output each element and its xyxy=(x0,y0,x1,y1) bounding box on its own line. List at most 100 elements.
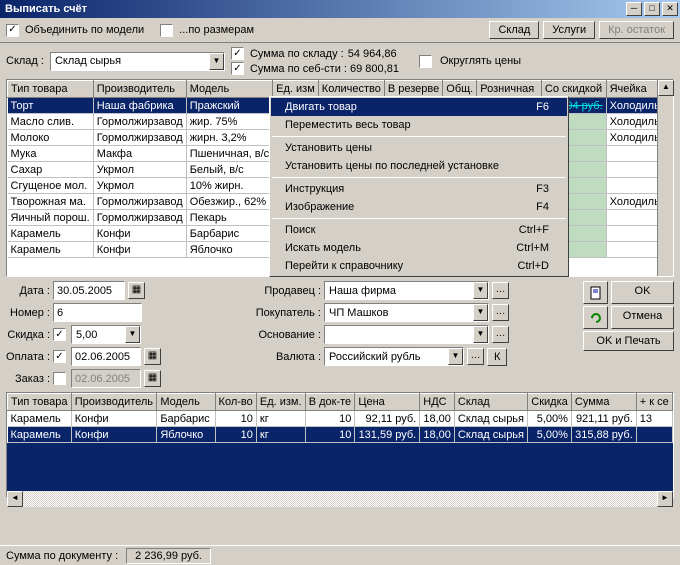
currency-lookup-button[interactable]: … xyxy=(467,348,484,365)
kr-ostatok-button[interactable]: Кр. остаток xyxy=(599,21,674,39)
column-header[interactable]: В резерве xyxy=(384,81,442,98)
table-row[interactable]: КарамельКонфиБарбарис10кг1092,11 руб.18,… xyxy=(8,411,673,427)
uslugi-button[interactable]: Услуги xyxy=(543,21,595,39)
basis-combo[interactable]: ▼ xyxy=(324,325,489,344)
scroll-up-icon[interactable]: ▲ xyxy=(658,80,674,96)
order-checkbox[interactable] xyxy=(53,372,66,385)
close-button[interactable]: ✕ xyxy=(662,2,678,16)
order-date-picker-button[interactable]: ▦ xyxy=(144,370,161,387)
by-sizes-checkbox[interactable] xyxy=(160,24,173,37)
payment-checkbox[interactable] xyxy=(53,350,66,363)
chevron-down-icon[interactable]: ▼ xyxy=(473,282,488,299)
column-header[interactable]: Общ. xyxy=(443,81,477,98)
menu-item[interactable]: ИнструкцияF3 xyxy=(271,180,567,198)
sklad-value: Склад сырья xyxy=(51,55,209,67)
chevron-down-icon[interactable]: ▼ xyxy=(473,304,488,321)
column-header[interactable]: + к се xyxy=(636,394,672,411)
column-header[interactable]: Модель xyxy=(157,394,215,411)
menu-item[interactable]: Переместить весь товар xyxy=(271,116,567,134)
window-title: Выписать счёт xyxy=(2,3,624,15)
document-lines-grid[interactable]: Тип товараПроизводительМодельКол-воЕд. и… xyxy=(6,392,674,498)
products-grid[interactable]: Тип товараПроизводительМодельЕд. измКоли… xyxy=(6,79,674,277)
menu-item[interactable]: ИзображениеF4 xyxy=(271,198,567,216)
menu-item[interactable]: ПоискCtrl+F xyxy=(271,221,567,239)
k-button[interactable]: К xyxy=(487,348,507,366)
column-header[interactable]: Количество xyxy=(318,81,384,98)
combine-by-model-label: Объединить по модели xyxy=(25,24,144,36)
scroll-left-icon[interactable]: ◄ xyxy=(7,491,23,507)
buyer-lookup-button[interactable]: … xyxy=(492,304,509,321)
status-value: 2 236,99 руб. xyxy=(126,548,211,564)
date-label: Дата : xyxy=(6,285,50,297)
currency-combo[interactable]: Российский рубль▼ xyxy=(324,347,464,366)
column-header[interactable]: Сумма xyxy=(571,394,636,411)
column-header[interactable]: Скидка xyxy=(528,394,572,411)
column-header[interactable]: Тип товара xyxy=(8,81,94,98)
buyer-label: Покупатель : xyxy=(251,307,321,319)
cancel-button[interactable]: Отмена xyxy=(611,306,674,329)
refresh-icon xyxy=(589,311,603,325)
sklad-button[interactable]: Склад xyxy=(489,21,539,39)
round-prices-checkbox[interactable] xyxy=(419,55,432,68)
menu-item[interactable]: Двигать товарF6 xyxy=(271,98,567,116)
sum-sklad-checkbox[interactable] xyxy=(231,47,244,60)
column-header[interactable]: Производитель xyxy=(93,81,186,98)
scrollbar-horizontal[interactable]: ◄ ► xyxy=(7,491,673,507)
seller-lookup-button[interactable]: … xyxy=(492,282,509,299)
minimize-button[interactable]: ─ xyxy=(626,2,642,16)
column-header[interactable]: Со скидкой xyxy=(541,81,606,98)
header-row: Склад : Склад сырья ▼ Сумма по складу : … xyxy=(0,43,680,79)
chevron-down-icon[interactable]: ▼ xyxy=(473,326,488,343)
sklad-label: Склад : xyxy=(6,55,44,67)
sklad-combo[interactable]: Склад сырья ▼ xyxy=(50,52,225,71)
column-header[interactable]: Производитель xyxy=(71,394,157,411)
payment-input[interactable]: 02.06.2005 xyxy=(71,347,141,366)
column-header[interactable]: Склад xyxy=(454,394,527,411)
scroll-right-icon[interactable]: ► xyxy=(657,491,673,507)
column-header[interactable]: Ед. изм xyxy=(273,81,319,98)
menu-item[interactable]: Установить цены по последней установке xyxy=(271,157,567,175)
column-header[interactable]: В док-те xyxy=(305,394,355,411)
refresh-button[interactable] xyxy=(583,306,608,329)
number-input[interactable]: 6 xyxy=(53,303,142,322)
column-header[interactable]: Тип товара xyxy=(8,394,72,411)
currency-label: Валюта : xyxy=(251,351,321,363)
discount-checkbox[interactable] xyxy=(53,328,66,341)
by-sizes-label: ...по размерам xyxy=(179,24,254,36)
chevron-down-icon[interactable]: ▼ xyxy=(209,53,224,70)
document-icon xyxy=(589,286,603,300)
column-header[interactable]: НДС xyxy=(420,394,455,411)
scrollbar-vertical[interactable]: ▲ xyxy=(657,80,673,276)
payment-date-picker-button[interactable]: ▦ xyxy=(144,348,161,365)
column-header[interactable]: Розничная xyxy=(477,81,542,98)
seller-combo[interactable]: Наша фирма▼ xyxy=(324,281,489,300)
ok-print-button[interactable]: OK и Печать xyxy=(583,331,674,351)
buyer-combo[interactable]: ЧП Машков▼ xyxy=(324,303,489,322)
basis-lookup-button[interactable]: … xyxy=(492,326,509,343)
payment-label: Оплата : xyxy=(6,351,50,363)
context-menu: Двигать товарF6Переместить весь товар Уст… xyxy=(269,96,569,277)
discount-combo[interactable]: 5,00▼ xyxy=(71,325,141,344)
menu-item[interactable]: Установить цены xyxy=(271,139,567,157)
menu-item[interactable]: Искать модельCtrl+M xyxy=(271,239,567,257)
menu-separator xyxy=(272,136,566,137)
combine-by-model-checkbox[interactable] xyxy=(6,24,19,37)
preview-button[interactable] xyxy=(583,281,608,304)
column-header[interactable]: Ед. изм. xyxy=(256,394,305,411)
number-label: Номер : xyxy=(6,307,50,319)
sum-sklad-label: Сумма по складу : xyxy=(250,48,344,60)
column-header[interactable]: Модель xyxy=(186,81,272,98)
chevron-down-icon[interactable]: ▼ xyxy=(125,326,140,343)
menu-item[interactable]: Перейти к справочникуCtrl+D xyxy=(271,257,567,275)
menu-separator xyxy=(272,177,566,178)
date-picker-button[interactable]: ▦ xyxy=(128,282,145,299)
maximize-button[interactable]: □ xyxy=(644,2,660,16)
date-input[interactable]: 30.05.2005 xyxy=(53,281,125,300)
seller-label: Продавец : xyxy=(251,285,321,297)
ok-button[interactable]: OK xyxy=(611,281,674,304)
chevron-down-icon[interactable]: ▼ xyxy=(448,348,463,365)
column-header[interactable]: Цена xyxy=(355,394,420,411)
table-row[interactable]: КарамельКонфиЯблочко10кг10131,59 руб.18,… xyxy=(8,427,673,443)
sum-seb-checkbox[interactable] xyxy=(231,62,244,75)
column-header[interactable]: Кол-во xyxy=(215,394,256,411)
